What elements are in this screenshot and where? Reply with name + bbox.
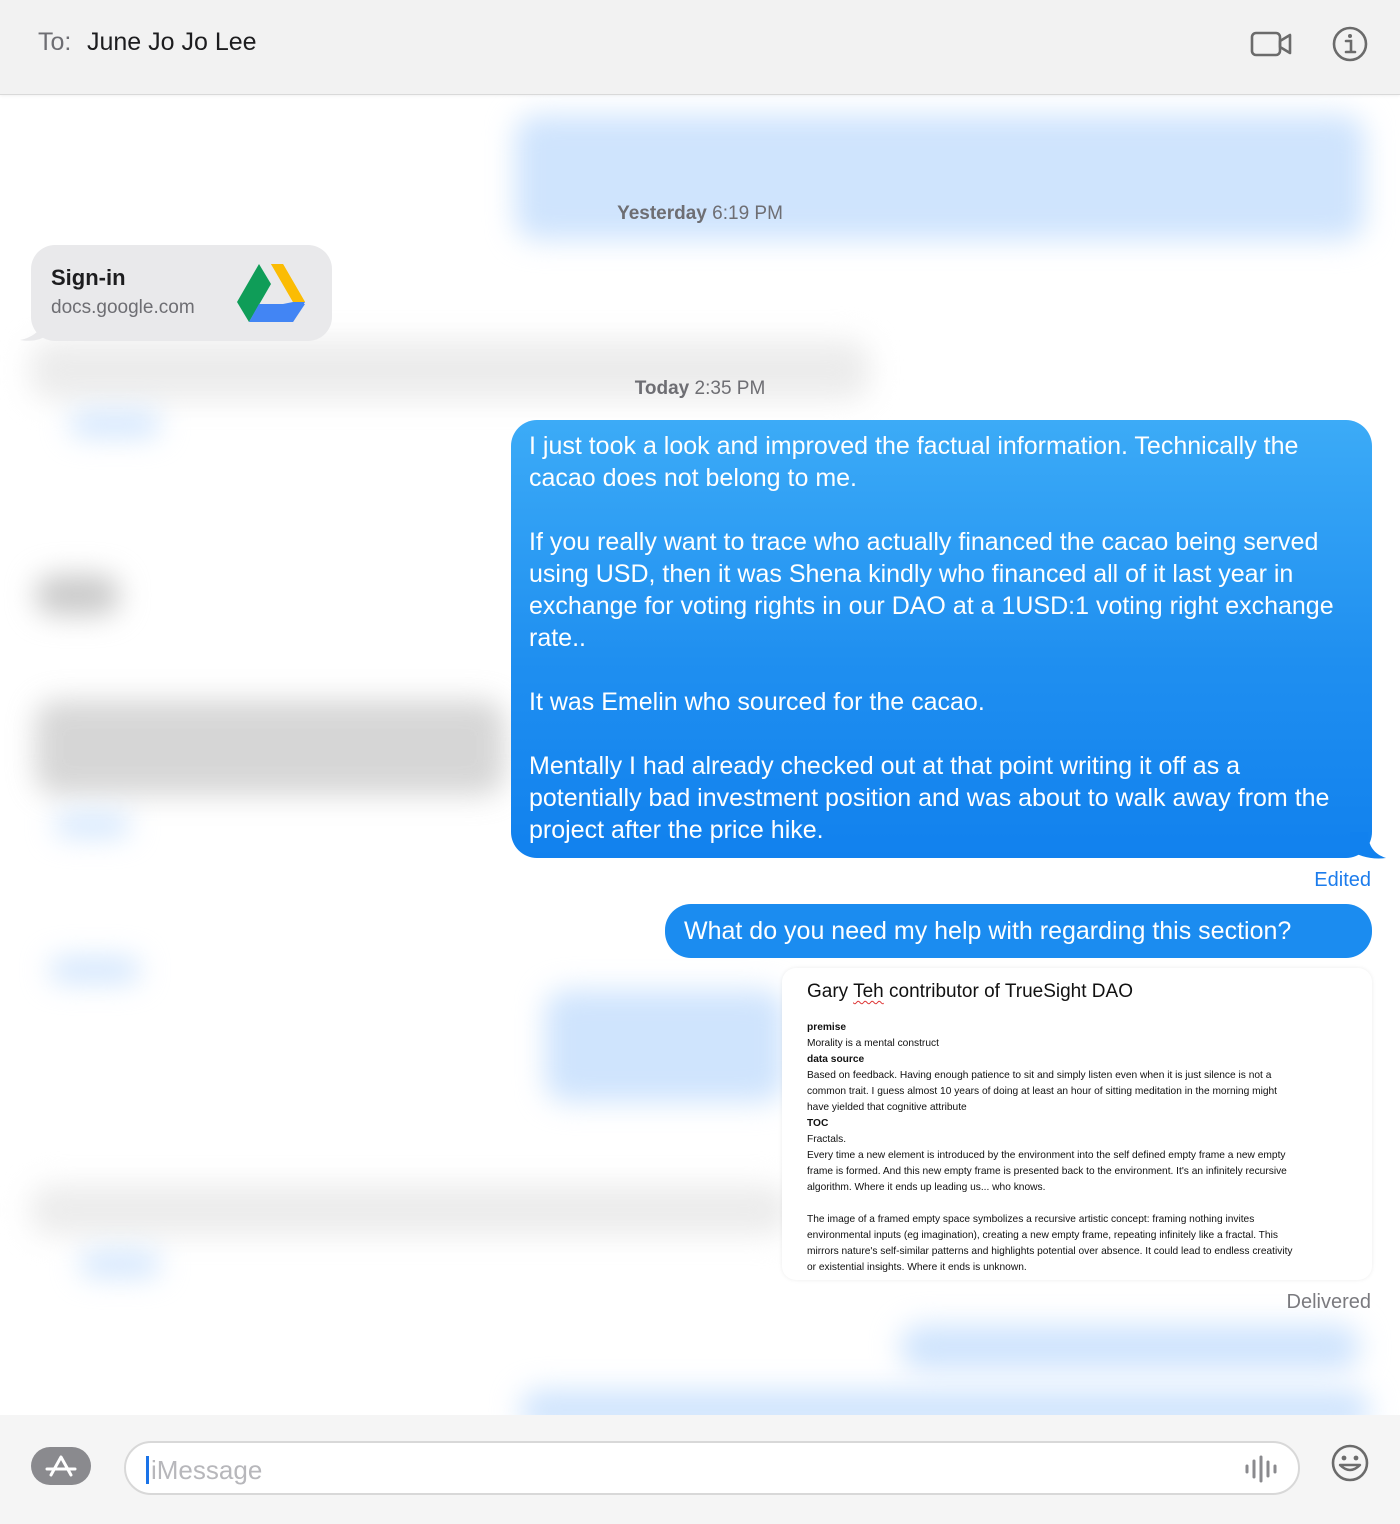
document-line: have yielded that cognitive attribute (807, 1102, 967, 1113)
document-line: Fractals. (807, 1134, 847, 1145)
document-heading: data source (807, 1054, 865, 1065)
document-line: common trait. I guess almost 10 years of… (807, 1086, 1277, 1097)
google-drive-icon (237, 262, 305, 322)
document-line: Every time a new element is introduced b… (807, 1150, 1286, 1161)
app-store-icon (45, 1455, 77, 1477)
blurred-message (70, 412, 160, 436)
timestamp-yesterday: Yesterday 6:19 PM (0, 203, 1400, 225)
link-preview-url: docs.google.com (51, 297, 195, 318)
video-call-icon[interactable] (1249, 24, 1293, 64)
audio-waveform-icon[interactable] (1243, 1455, 1279, 1483)
emoji-icon[interactable] (1330, 1443, 1370, 1483)
message-paragraph: I just took a look and improved the fact… (529, 432, 1299, 492)
bubble-tail (1350, 832, 1386, 859)
document-heading: premise (807, 1022, 847, 1033)
blurred-message (35, 575, 120, 615)
document-line: or existential insights. Where it ends i… (807, 1262, 1027, 1273)
document-line: The image of a framed empty space symbol… (807, 1214, 1255, 1225)
message-paragraph: It was Emelin who sourced for the cacao. (529, 688, 985, 716)
blurred-message (35, 700, 505, 795)
info-icon[interactable] (1328, 24, 1372, 64)
conversation-header: To: June Jo Jo Lee (0, 0, 1400, 95)
timestamp-day: Today (634, 378, 690, 399)
edited-label[interactable]: Edited (1314, 869, 1371, 892)
document-heading: TOC (807, 1118, 829, 1129)
timestamp-today: Today 2:35 PM (0, 378, 1400, 400)
message-input-placeholder: iMessage (151, 1455, 263, 1485)
document-spacer (807, 1196, 1347, 1212)
document-title-suffix: contributor of TrueSight DAO (883, 981, 1133, 1002)
link-preview-title: Sign-in (51, 265, 126, 290)
blurred-message (50, 958, 140, 982)
message-input[interactable]: iMessage (124, 1441, 1300, 1495)
blurred-message (545, 990, 785, 1102)
blurred-message (55, 814, 130, 836)
document-title: Gary Teh contributor of TrueSight DAO (807, 980, 1347, 1004)
document-line: environmental inputs (eg imagination), c… (807, 1230, 1278, 1241)
blurred-message (80, 1252, 160, 1276)
timestamp-day: Yesterday (617, 203, 707, 224)
delivery-status: Delivered (1286, 1291, 1371, 1313)
sent-message-bubble[interactable]: I just took a look and improved the fact… (511, 420, 1372, 858)
document-title-name: Teh (853, 981, 884, 1002)
to-label: To: (38, 28, 72, 56)
app-store-button[interactable] (31, 1447, 91, 1485)
timestamp-time: 6:19 PM (712, 203, 783, 224)
blurred-message (900, 1325, 1360, 1370)
timestamp-time: 2:35 PM (694, 378, 766, 399)
document-line: frame is formed. And this new empty fram… (807, 1166, 1287, 1177)
document-attachment[interactable]: Gary Teh contributor of TrueSight DAO pr… (782, 968, 1372, 1280)
blurred-message (30, 1185, 790, 1235)
message-composer: iMessage (0, 1415, 1400, 1524)
document-line: Morality is a mental construct (807, 1038, 939, 1049)
document-line: algorithm. Where it ends up leading us..… (807, 1182, 1046, 1193)
document-line: mirrors nature's self-similar patterns a… (807, 1246, 1293, 1257)
document-title-prefix: Gary (807, 981, 854, 1002)
document-line: Based on feedback. Having enough patienc… (807, 1070, 1272, 1081)
message-paragraph: If you really want to trace who actually… (529, 528, 1334, 652)
message-paragraph: Mentally I had already checked out at th… (529, 752, 1330, 844)
recipient-name[interactable]: June Jo Jo Lee (87, 28, 257, 57)
link-preview-bubble[interactable]: Sign-in docs.google.com (31, 245, 332, 341)
text-caret (146, 1456, 149, 1484)
sent-message-bubble[interactable]: What do you need my help with regarding … (665, 904, 1372, 958)
